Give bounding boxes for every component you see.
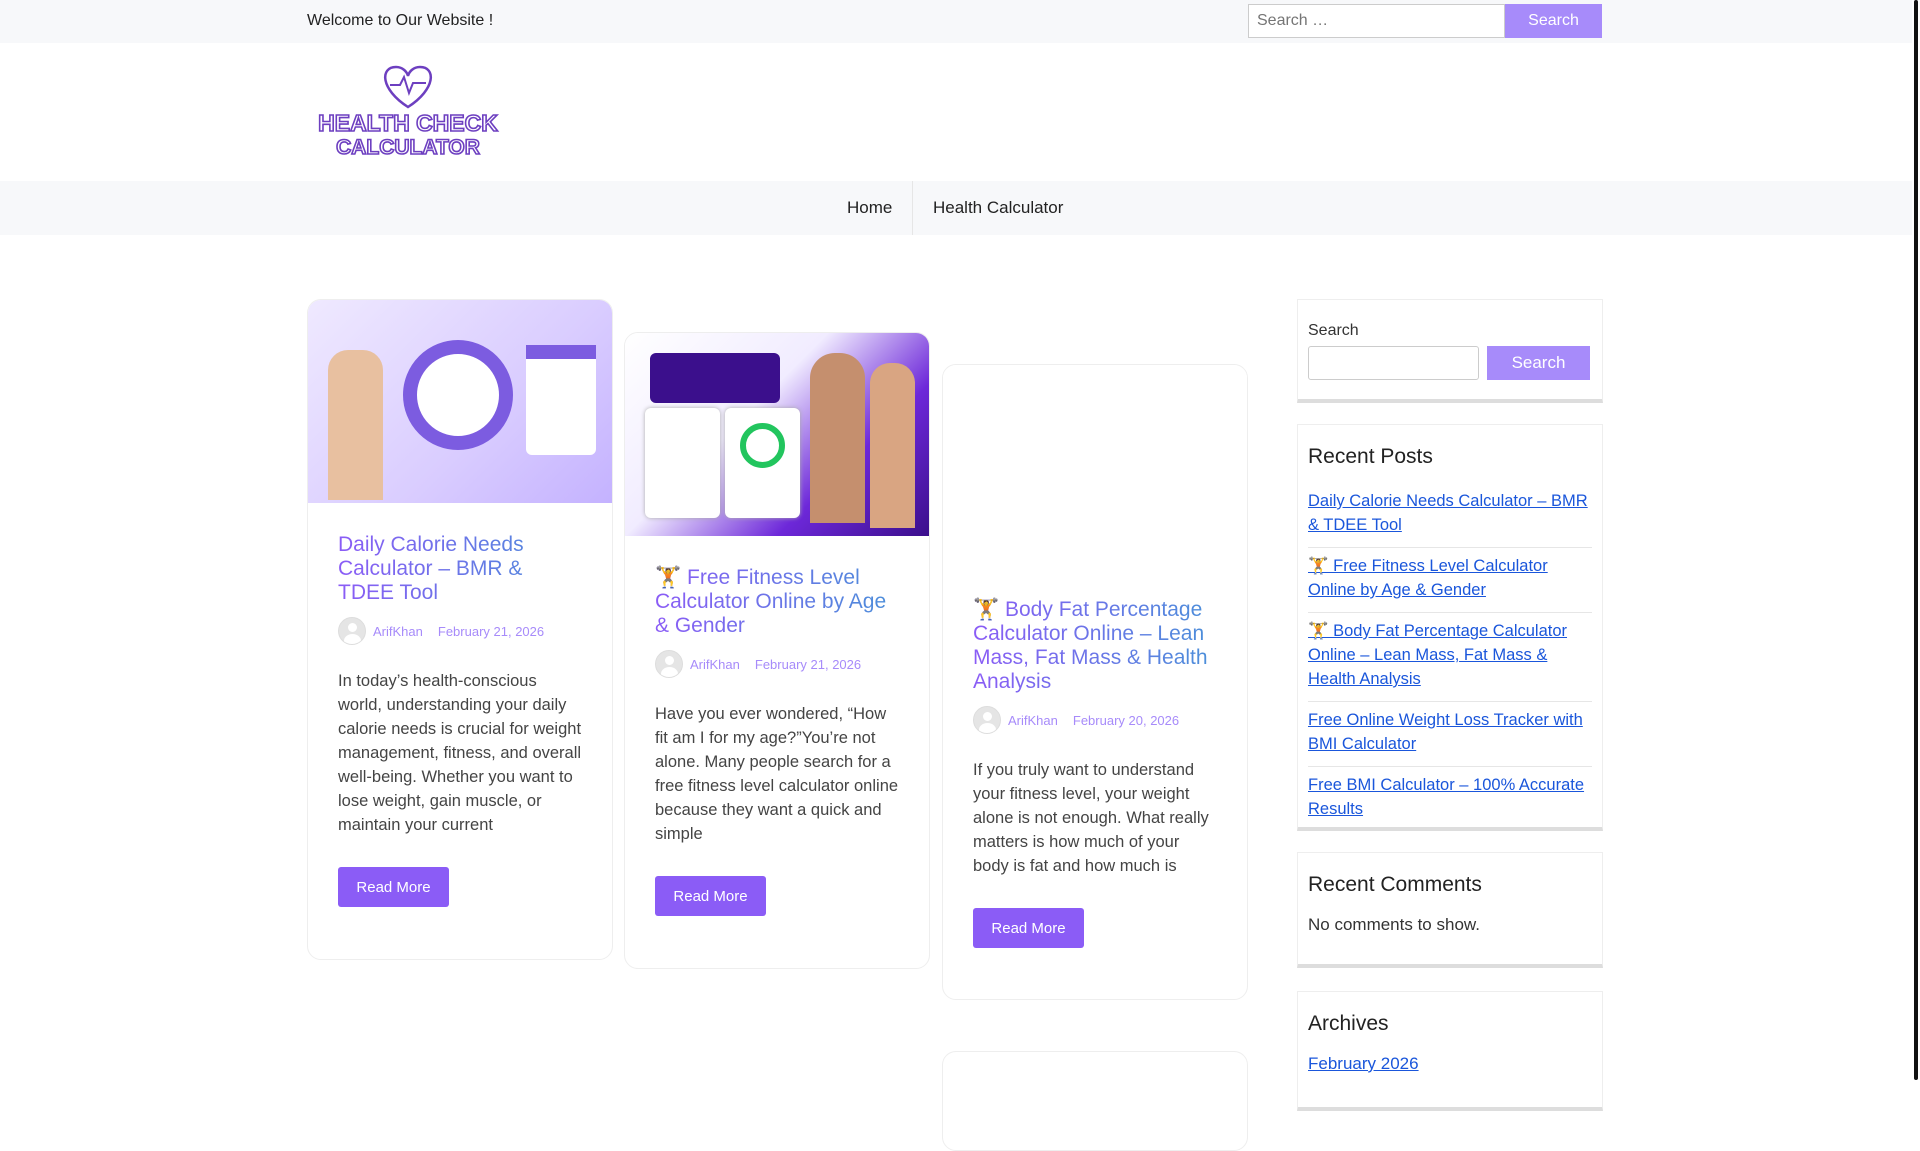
nav-health-calculator[interactable]: Health Calculator: [933, 198, 1063, 218]
logo-text-line2: CALCULATOR: [336, 136, 480, 157]
recent-post-link[interactable]: 🏋️ Body Fat Percentage Calculator Online…: [1308, 613, 1592, 702]
author-avatar: [973, 706, 1001, 734]
post-card: [942, 1051, 1248, 1151]
post-thumbnail[interactable]: [625, 333, 929, 536]
page-scrollbar[interactable]: [1912, 0, 1920, 1080]
post-date[interactable]: February 20, 2026: [1073, 713, 1179, 728]
welcome-text: Welcome to Our Website !: [307, 12, 494, 29]
recent-post-link[interactable]: Free BMI Calculator – 100% Accurate Resu…: [1308, 767, 1592, 831]
top-bar: Welcome to Our Website ! Search: [0, 0, 1912, 43]
archives-title: Archives: [1308, 1012, 1389, 1035]
no-comments-text: No comments to show.: [1308, 915, 1480, 934]
post-card: 🏋️ Body Fat Percentage Calculator Online…: [942, 364, 1248, 1000]
sidebar-search-widget: Search Search: [1297, 299, 1603, 403]
post-thumbnail[interactable]: [308, 300, 612, 503]
post-title[interactable]: Daily Calorie Needs Calculator – BMR & T…: [338, 533, 582, 605]
post-date[interactable]: February 21, 2026: [755, 657, 861, 672]
post-author[interactable]: ArifKhan: [690, 657, 740, 672]
post-title-text: Free Fitness Level Calculator Online by …: [655, 566, 887, 637]
weightlifter-icon: 🏋️: [655, 566, 682, 589]
recent-post-link[interactable]: Daily Calorie Needs Calculator – BMR & T…: [1308, 483, 1592, 548]
read-more-button[interactable]: Read More: [655, 876, 766, 916]
sidebar-search-button[interactable]: Search: [1487, 346, 1590, 380]
read-more-button[interactable]: Read More: [338, 867, 449, 907]
search-widget-label: Search: [1308, 322, 1359, 339]
post-card: 🏋️ Free Fitness Level Calculator Online …: [624, 332, 930, 969]
recent-posts-title: Recent Posts: [1308, 445, 1433, 468]
nav-divider: [912, 181, 913, 235]
post-title[interactable]: 🏋️ Free Fitness Level Calculator Online …: [655, 566, 899, 638]
recent-post-link[interactable]: Free Online Weight Loss Tracker with BMI…: [1308, 702, 1592, 767]
post-title[interactable]: 🏋️ Body Fat Percentage Calculator Online…: [973, 598, 1217, 694]
post-excerpt: If you truly want to understand your fit…: [973, 761, 1209, 875]
archive-link[interactable]: February 2026: [1308, 1054, 1592, 1074]
main-nav: Home Health Calculator: [0, 181, 1912, 235]
recent-comments-title: Recent Comments: [1308, 873, 1482, 896]
recent-post-link[interactable]: 🏋️ Free Fitness Level Calculator Online …: [1308, 548, 1592, 613]
sidebar-search-input[interactable]: [1308, 346, 1479, 380]
weightlifter-icon: 🏋️: [973, 598, 1000, 621]
recent-posts-widget: Recent Posts Daily Calorie Needs Calcula…: [1297, 424, 1603, 831]
post-card: Daily Calorie Needs Calculator – BMR & T…: [307, 299, 613, 960]
archives-widget: Archives February 2026: [1297, 991, 1603, 1111]
post-excerpt: Have you ever wondered, “How fit am I fo…: [655, 705, 899, 843]
post-date[interactable]: February 21, 2026: [438, 624, 544, 639]
post-author[interactable]: ArifKhan: [373, 624, 423, 639]
post-thumbnail-loading[interactable]: [943, 365, 1247, 568]
post-title-text: Body Fat Percentage Calculator Online – …: [973, 598, 1208, 693]
logo-text-line1: HEALTH CHECK: [318, 110, 498, 136]
site-logo[interactable]: HEALTH CHECK CALCULATOR: [310, 59, 506, 157]
recent-comments-widget: Recent Comments No comments to show.: [1297, 852, 1603, 968]
read-more-button[interactable]: Read More: [973, 908, 1084, 948]
post-excerpt: In today’s health-conscious world, under…: [338, 672, 582, 834]
header-search-button[interactable]: Search: [1505, 4, 1602, 38]
nav-home[interactable]: Home: [847, 198, 892, 218]
header-search-input[interactable]: [1248, 4, 1505, 38]
recent-posts-list: Daily Calorie Needs Calculator – BMR & T…: [1308, 483, 1592, 831]
post-author[interactable]: ArifKhan: [1008, 713, 1058, 728]
author-avatar: [338, 617, 366, 645]
author-avatar: [655, 650, 683, 678]
